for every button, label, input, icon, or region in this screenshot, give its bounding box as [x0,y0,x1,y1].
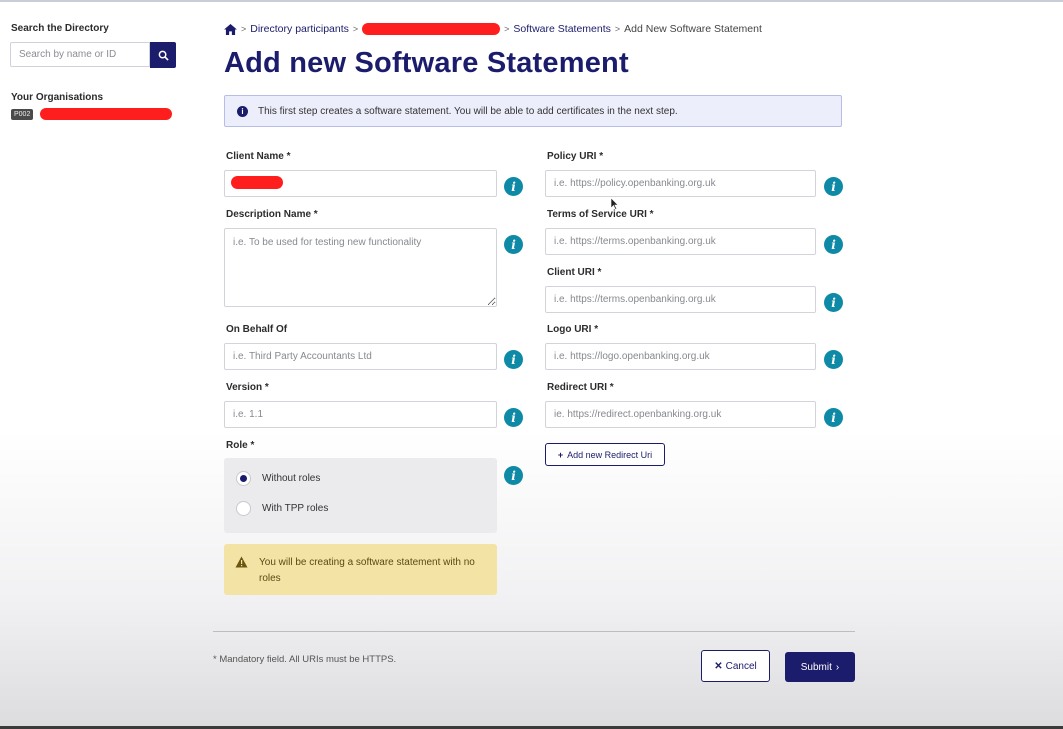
on-behalf-of-field[interactable] [224,343,497,370]
description-label: Description Name * [226,209,318,220]
client-name-info-icon[interactable]: i [504,177,523,196]
chevron-right-icon: › [835,661,840,673]
policy-uri-info-icon[interactable]: i [824,177,843,196]
breadcrumb-current: Add New Software Statement [624,23,762,35]
tos-uri-info-icon[interactable]: i [824,235,843,254]
role-radio-group: Without roles With TPP roles [224,458,497,533]
search-input[interactable] [10,42,150,67]
radio-unselected-icon[interactable] [236,501,251,516]
mandatory-footnote: * Mandatory field. All URIs must be HTTP… [213,654,397,665]
org-badge: P002 [11,109,34,120]
client-uri-label: Client URI * [547,267,602,278]
warning-text: You will be creating a software statemen… [259,557,475,584]
search-directory-title: Search the Directory [11,23,109,34]
add-redirect-uri-label: Add new Redirect Uri [567,449,653,460]
add-redirect-uri-button[interactable]: + Add new Redirect Uri [545,443,665,466]
breadcrumb: > Directory participants > > Software St… [224,23,762,35]
redirect-uri-info-icon[interactable]: i [824,408,843,427]
info-banner-text: This first step creates a software state… [258,105,678,117]
chevron-right-icon: > [504,24,510,34]
close-icon: ✕ [714,660,723,672]
redacted-org-name[interactable] [40,108,172,120]
plus-icon: + [557,449,564,460]
chevron-right-icon: > [241,24,247,34]
role-label: Role * [226,440,255,451]
info-banner: i This first step creates a software sta… [224,95,842,127]
submit-label: Submit [800,661,832,673]
home-icon[interactable] [224,23,237,35]
cancel-label: Cancel [725,660,757,672]
directory-search [10,42,176,69]
logo-uri-field[interactable] [545,343,816,370]
radio-selected-icon[interactable] [236,471,251,486]
mouse-cursor-icon [611,198,619,210]
on-behalf-of-label: On Behalf Of [226,324,288,335]
logo-uri-label: Logo URI * [547,324,599,335]
client-name-label: Client Name * [226,151,291,162]
info-icon: i [237,105,248,117]
policy-uri-field[interactable] [545,170,816,197]
on-behalf-of-info-icon[interactable]: i [504,350,523,369]
cancel-button[interactable]: ✕ Cancel [701,650,770,682]
redacted-client-name [231,176,283,189]
breadcrumb-directory-participants[interactable]: Directory participants [250,23,349,35]
role-option-without-roles[interactable]: Without roles [236,471,320,486]
footer-divider [213,631,855,632]
top-border [0,0,1063,2]
search-button[interactable] [150,42,176,68]
search-icon [158,50,169,61]
redirect-uri-field[interactable] [545,401,816,428]
redirect-uri-label: Redirect URI * [547,382,614,393]
policy-uri-label: Policy URI * [547,151,604,162]
chevron-right-icon: > [352,24,359,34]
redacted-breadcrumb-item[interactable] [362,23,501,35]
version-field[interactable] [224,401,497,428]
warning-banner: You will be creating a software statemen… [224,544,497,595]
page-title: Add new Software Statement [224,47,629,79]
chevron-right-icon: > [614,24,621,34]
version-info-icon[interactable]: i [504,408,523,427]
description-field[interactable] [224,228,497,307]
organisations-title: Your Organisations [11,92,104,103]
role-option-label: With TPP roles [262,503,329,514]
version-label: Version * [226,382,269,393]
submit-button[interactable]: Submit › [785,652,855,682]
description-info-icon[interactable]: i [504,235,523,254]
logo-uri-info-icon[interactable]: i [824,350,843,369]
tos-uri-field[interactable] [545,228,816,255]
breadcrumb-software-statements[interactable]: Software Statements [513,23,610,35]
warning-icon [235,556,248,568]
client-uri-field[interactable] [545,286,816,313]
tos-uri-label: Terms of Service URI * [547,209,654,220]
role-option-with-tpp-roles[interactable]: With TPP roles [236,501,328,516]
role-option-label: Without roles [262,473,321,484]
client-uri-info-icon[interactable]: i [824,293,843,312]
role-info-icon[interactable]: i [504,466,523,485]
